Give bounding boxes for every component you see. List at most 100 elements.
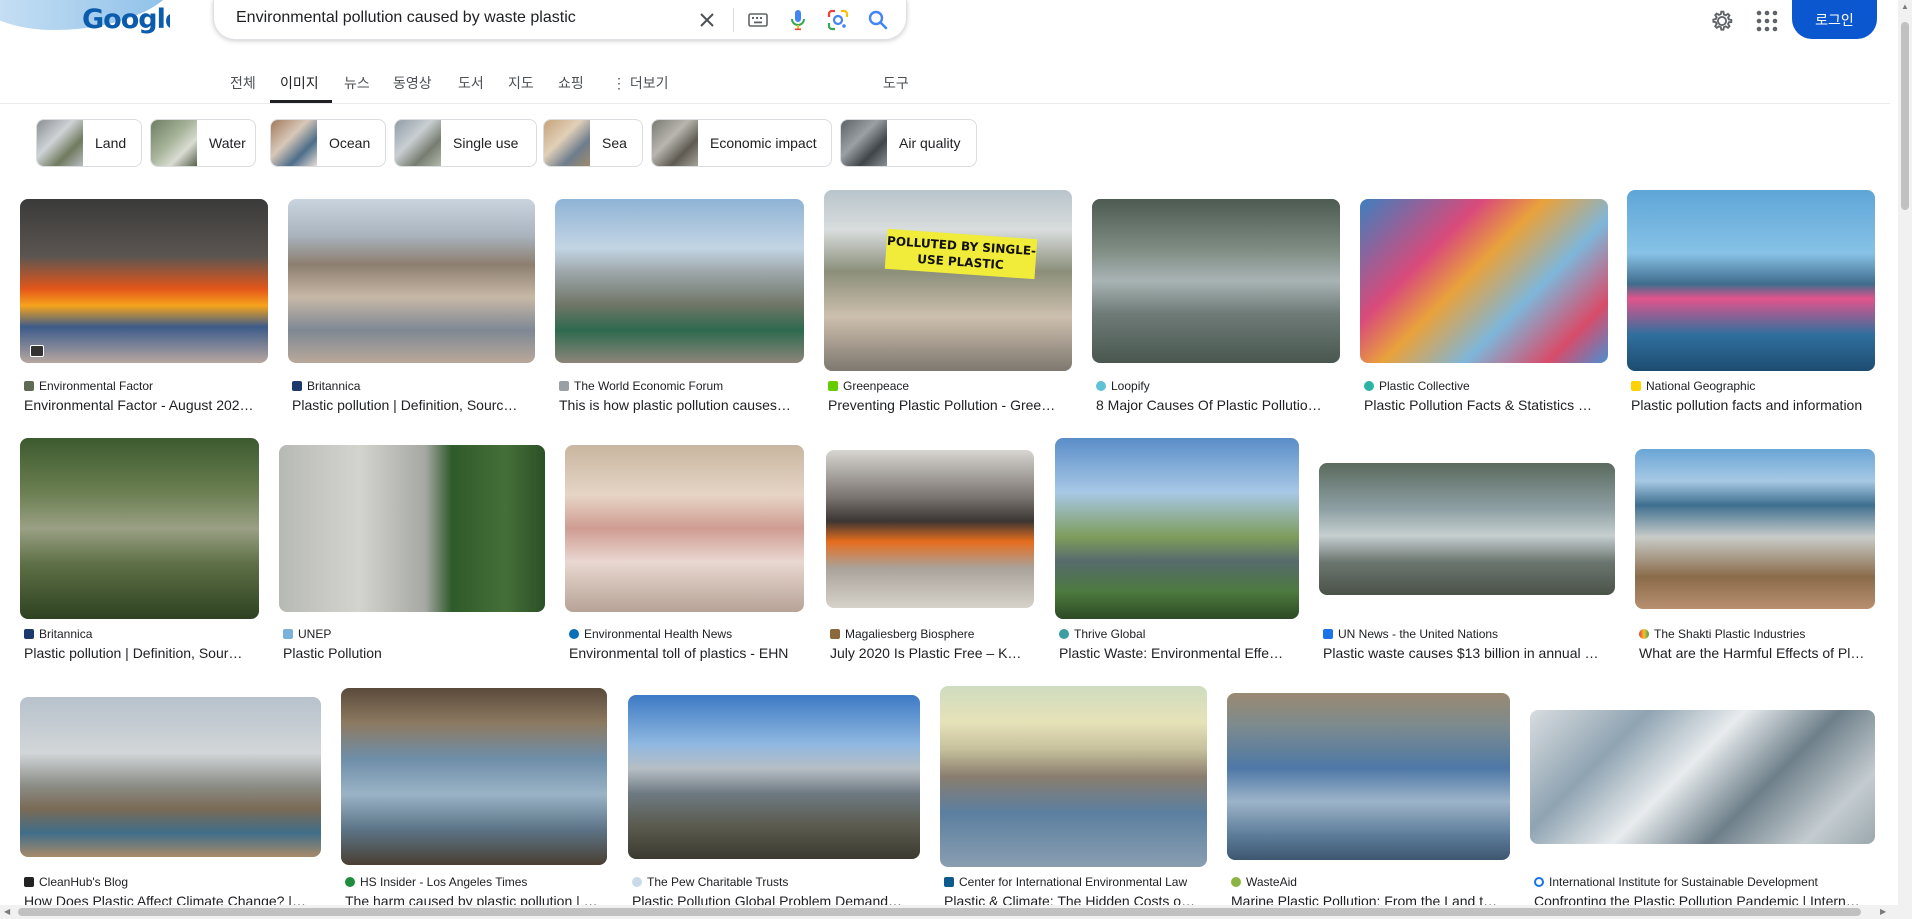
result-card[interactable]: International Institute for Sustainable … [1530,686,1875,911]
result-card[interactable]: UN News - the United Nations Plastic was… [1319,438,1615,668]
result-card[interactable]: The World Economic Forum This is how pla… [555,190,804,420]
vertical-scrollbar[interactable]: ▲ [1898,0,1912,919]
result-title[interactable]: Plastic pollution | Definition, Sourc… [292,397,532,413]
clear-icon[interactable] [694,7,720,33]
source-name: CleanHub's Blog [39,875,129,889]
result-image[interactable] [20,697,321,857]
result-image[interactable] [288,199,535,363]
result-title[interactable]: Plastic pollution facts and information [1631,397,1871,413]
keyboard-icon[interactable] [745,7,771,33]
result-card[interactable]: Environmental Factor Environmental Facto… [20,190,268,420]
scroll-up-icon[interactable]: ▲ [1901,2,1909,11]
result-source: Magaliesberg Biosphere [830,627,974,641]
result-image[interactable] [20,199,268,363]
result-title[interactable]: Environmental toll of plastics - EHN [569,645,804,661]
result-image[interactable] [1319,463,1615,595]
chip-label: Single use [453,135,519,151]
chip-label: Sea [602,135,627,151]
chip-water[interactable]: Water [150,119,256,167]
tab-all[interactable]: 전체 [230,73,256,93]
result-card[interactable]: UNEP Plastic Pollution [279,438,545,668]
result-image[interactable] [1055,438,1299,619]
mic-icon[interactable] [785,7,811,33]
result-image[interactable] [279,445,545,612]
result-card[interactable]: Environmental Health News Environmental … [565,438,804,668]
result-title[interactable]: This is how plastic pollution causes… [559,397,799,413]
source-name: Magaliesberg Biosphere [845,627,975,641]
horizontal-scrollbar[interactable]: ◀ ▶ [0,905,1898,919]
favicon-icon [944,877,954,887]
result-title[interactable]: July 2020 Is Plastic Free – K… [830,645,1035,661]
chip-economic-impact[interactable]: Economic impact [651,119,832,167]
tools-button[interactable]: 도구 [883,73,909,93]
scroll-right-icon[interactable]: ▶ [1880,907,1886,916]
result-title[interactable]: What are the Harmful Effects of Pl… [1639,645,1874,661]
result-card[interactable]: Britannica Plastic pollution | Definitio… [288,190,535,420]
login-button[interactable]: 로그인 [1792,0,1877,39]
chip-single-use[interactable]: Single use [394,119,537,167]
source-name: Environmental Health News [584,627,733,641]
result-title[interactable]: 8 Major Causes Of Plastic Pollutio… [1096,397,1336,413]
result-image[interactable] [1627,190,1875,371]
scroll-left-icon[interactable]: ◀ [4,907,10,916]
result-image[interactable]: POLLUTED BY SINGLE-USE PLASTIC [824,190,1072,371]
search-input[interactable]: Environmental pollution caused by waste … [236,9,576,27]
result-title[interactable]: Plastic pollution | Definition, Sour… [24,645,256,661]
result-card[interactable]: POLLUTED BY SINGLE-USE PLASTIC Greenpeac… [824,190,1072,420]
result-title[interactable]: Plastic Pollution [283,645,543,661]
result-card[interactable]: National Geographic Plastic pollution fa… [1627,190,1875,420]
tab-images[interactable]: 이미지 [280,73,319,93]
result-card[interactable]: Center for International Environmental L… [940,686,1207,911]
tab-videos[interactable]: 동영상 [393,73,432,93]
result-image[interactable] [1227,693,1510,860]
result-title[interactable]: Plastic Waste: Environmental Effe… [1059,645,1299,661]
chip-air-quality[interactable]: Air quality [840,119,977,167]
result-title[interactable]: Plastic waste causes $13 billion in annu… [1323,645,1613,661]
result-image[interactable] [1360,199,1608,363]
tab-more[interactable]: ⋮ 더보기 [612,73,669,93]
result-card[interactable]: HS Insider - Los Angeles Times The harm … [341,686,607,911]
result-image[interactable] [20,438,259,619]
result-image[interactable] [341,688,607,865]
chip-land[interactable]: Land [36,119,142,167]
result-card[interactable]: Loopify 8 Major Causes Of Plastic Pollut… [1092,190,1340,420]
tab-news[interactable]: 뉴스 [344,73,370,93]
chip-sea[interactable]: Sea [543,119,643,167]
result-image[interactable] [1530,710,1875,844]
result-image[interactable] [628,695,920,859]
chip-ocean[interactable]: Ocean [270,119,386,167]
search-box[interactable]: Environmental pollution caused by waste … [213,0,907,40]
tab-maps[interactable]: 지도 [508,73,534,93]
result-image[interactable] [940,686,1207,867]
favicon-icon [24,877,34,887]
lens-icon[interactable] [825,7,851,33]
search-icon[interactable] [865,7,891,33]
scrollbar-thumb[interactable] [18,908,1861,916]
result-image[interactable] [555,199,804,363]
apps-icon[interactable] [1754,8,1780,34]
result-image[interactable] [565,445,804,612]
gear-icon[interactable] [1708,7,1736,35]
google-logo[interactable]: Google [0,0,170,40]
result-card[interactable]: The Pew Charitable Trusts Plastic Pollut… [628,686,920,911]
result-title[interactable]: Plastic Pollution Facts & Statistics … [1364,397,1604,413]
result-title[interactable]: Environmental Factor - August 202… [24,397,264,413]
result-card[interactable]: WasteAid Marine Plastic Pollution: From … [1227,686,1510,911]
result-image[interactable] [1635,449,1875,609]
result-title[interactable]: Preventing Plastic Pollution - Gree… [828,397,1068,413]
chip-thumbnail [151,120,197,166]
result-card[interactable]: Magaliesberg Biosphere July 2020 Is Plas… [826,438,1034,668]
result-card[interactable]: Plastic Collective Plastic Pollution Fac… [1360,190,1608,420]
favicon-icon [345,877,355,887]
chip-thumbnail [544,120,590,166]
result-card[interactable]: Thrive Global Plastic Waste: Environment… [1055,438,1299,668]
favicon-icon [1323,629,1333,639]
tab-shopping[interactable]: 쇼핑 [558,73,584,93]
result-image[interactable] [826,450,1034,608]
result-card[interactable]: The Shakti Plastic Industries What are t… [1635,438,1875,668]
result-card[interactable]: CleanHub's Blog How Does Plastic Affect … [20,686,321,911]
tab-books[interactable]: 도서 [458,73,484,93]
scrollbar-thumb[interactable] [1901,22,1909,210]
result-image[interactable] [1092,199,1340,363]
result-card[interactable]: Britannica Plastic pollution | Definitio… [20,438,259,668]
